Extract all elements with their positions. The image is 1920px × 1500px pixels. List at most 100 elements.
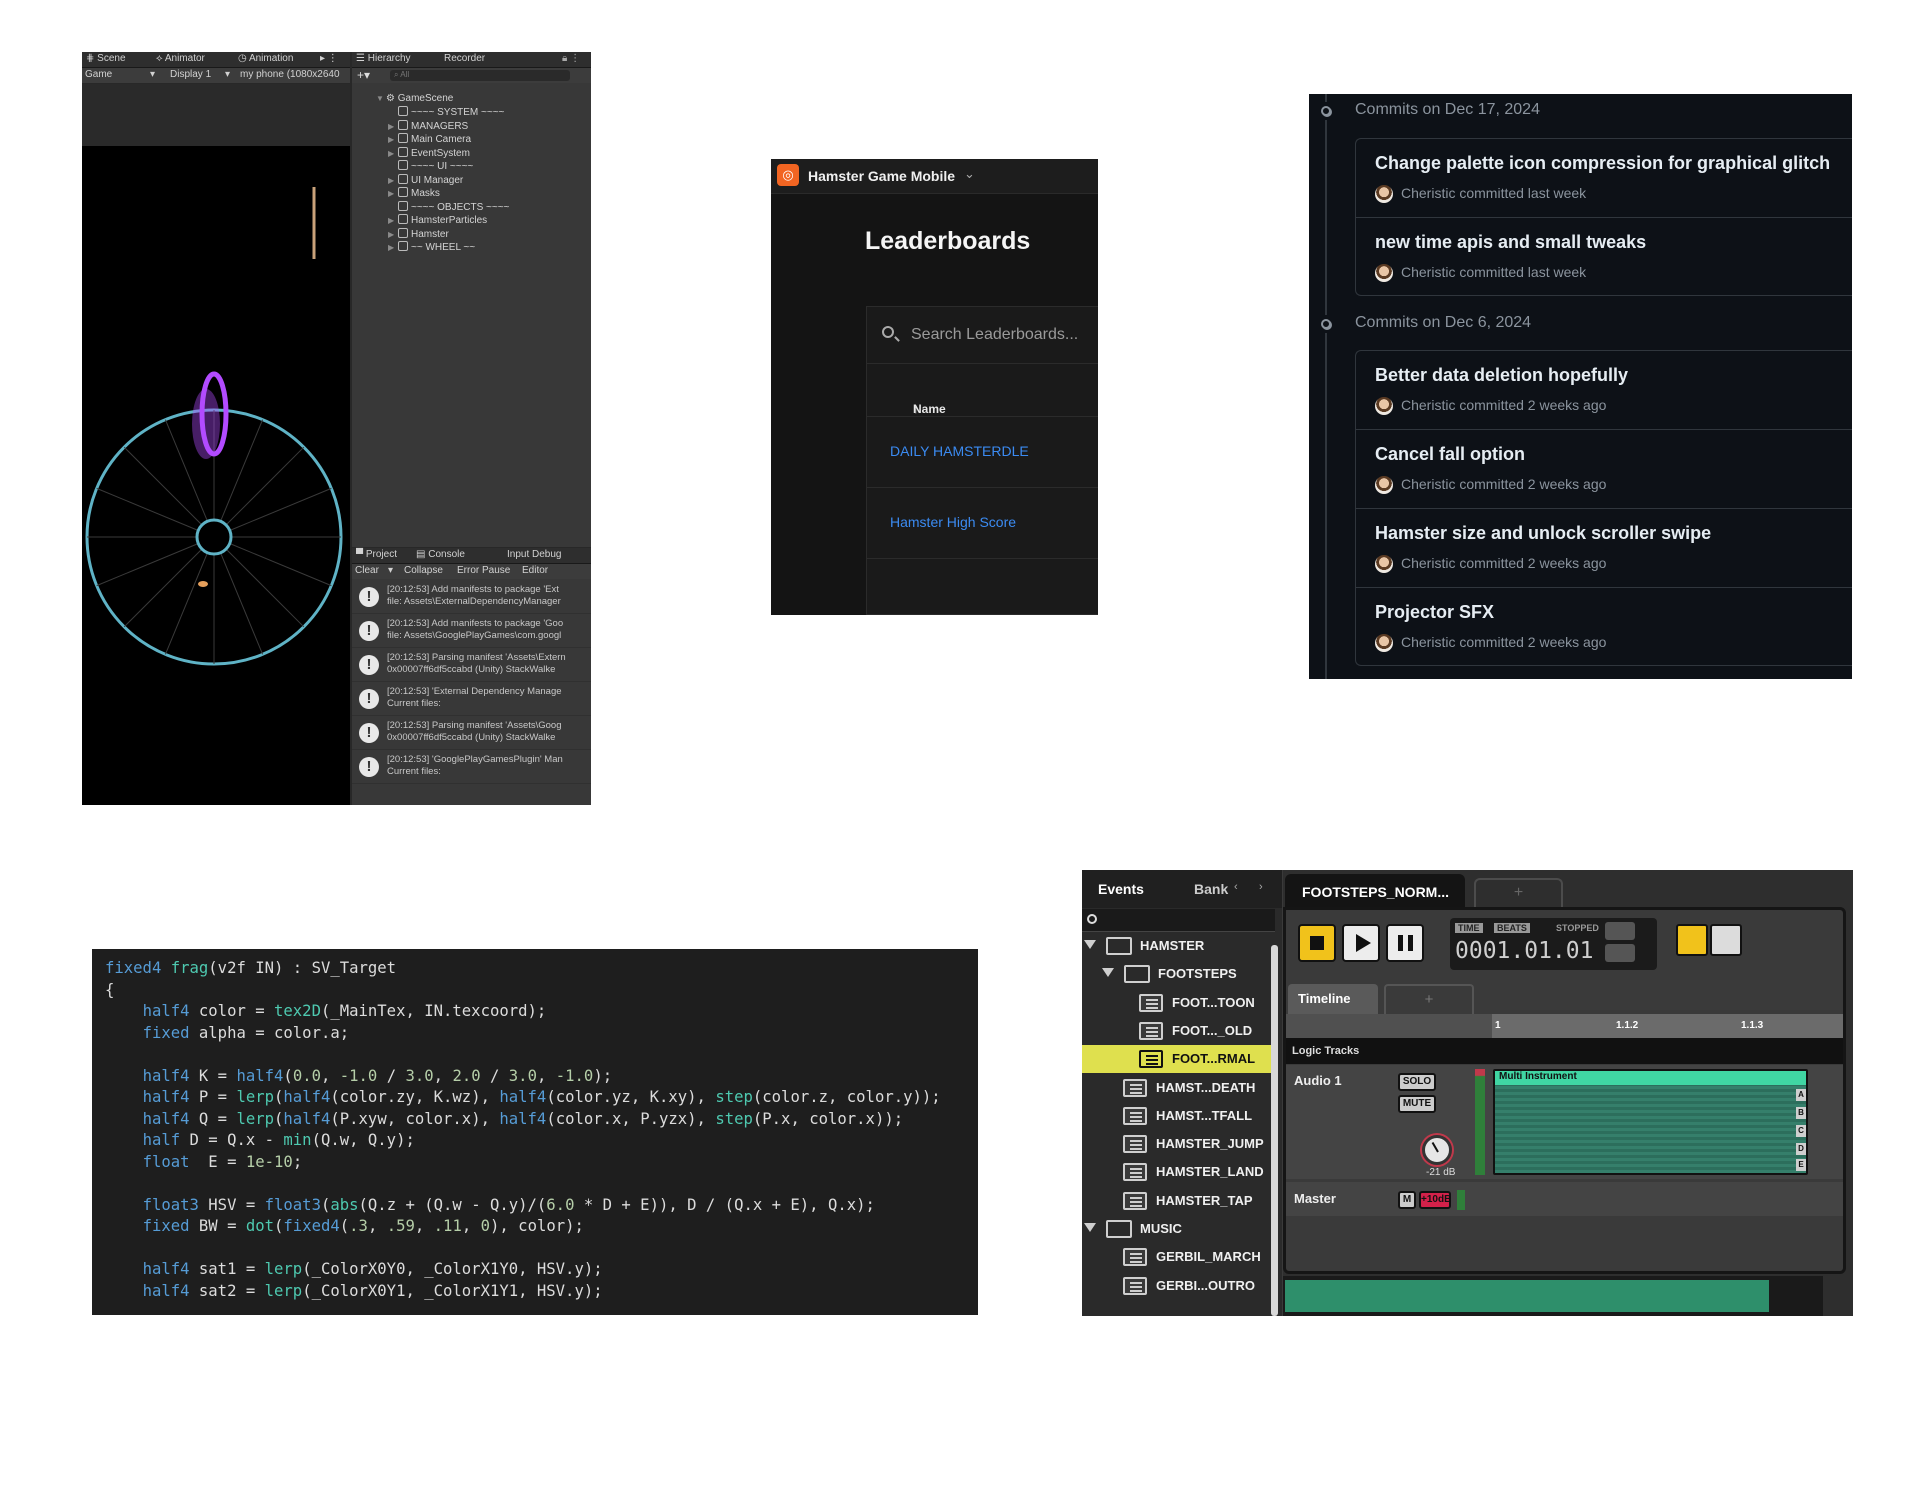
event-item[interactable]: HAMST...DEATH: [1082, 1074, 1271, 1102]
console-log-row[interactable]: ! [20:12:53] Add manifests to package 'Go…: [352, 614, 591, 648]
commit-row[interactable]: Change palette icon compression for grap…: [1356, 139, 1852, 218]
lock-icon[interactable]: 🔒︎ ⋮: [562, 53, 580, 64]
hierarchy-item[interactable]: ~~~~ SYSTEM ~~~~: [388, 106, 504, 119]
folder-item[interactable]: HAMSTER: [1082, 932, 1271, 960]
time-mode-toggle[interactable]: TIME: [1455, 923, 1483, 933]
expand-arrow-icon[interactable]: ▶: [388, 187, 398, 200]
avatar[interactable]: [1375, 476, 1393, 494]
hierarchy-item[interactable]: ▶ HamsterParticles: [388, 214, 487, 227]
scrollbar[interactable]: [1271, 945, 1278, 1316]
expand-arrow-icon[interactable]: ▶: [388, 228, 398, 241]
pause-button[interactable]: [1386, 924, 1424, 962]
timeline-ruler[interactable]: 1 1.1.2 1.1.3: [1286, 1014, 1843, 1038]
master-level-badge[interactable]: +10dB: [1419, 1191, 1451, 1209]
avatar[interactable]: [1375, 185, 1393, 203]
expand-arrow-icon[interactable]: ▶: [388, 120, 398, 133]
expand-arrow-icon[interactable]: ▶: [388, 241, 398, 254]
follow-playhead-icon[interactable]: [1605, 944, 1635, 962]
view-dropdown[interactable]: Game: [85, 69, 112, 80]
event-item[interactable]: HAMSTER_JUMP: [1082, 1130, 1271, 1158]
commit-row[interactable]: new time apis and small tweaks Cheristic…: [1356, 218, 1852, 296]
folder-item[interactable]: MUSIC: [1082, 1215, 1271, 1243]
tab-events[interactable]: Events: [1098, 881, 1144, 897]
hierarchy-item[interactable]: ~~~~ UI ~~~~: [388, 160, 473, 173]
table-row[interactable]: Hamster High Score: [867, 488, 1098, 559]
volume-knob[interactable]: [1422, 1135, 1452, 1165]
expand-triangle-icon[interactable]: [1084, 940, 1096, 949]
app-switcher[interactable]: Hamster Game Mobile: [808, 168, 955, 184]
hierarchy-search-input[interactable]: ⌕ All: [390, 70, 570, 81]
avatar[interactable]: [1375, 634, 1393, 652]
add-parameter-tab-button[interactable]: +: [1384, 984, 1474, 1014]
avatar[interactable]: [1375, 397, 1393, 415]
expand-arrow-icon[interactable]: ▼: [376, 92, 386, 105]
commit-message[interactable]: new time apis and small tweaks: [1375, 232, 1646, 253]
multi-instrument-region[interactable]: Multi Instrument A B C D E: [1493, 1069, 1808, 1175]
event-item[interactable]: FOOT...TOON: [1082, 989, 1271, 1017]
leaderboard-link[interactable]: DAILY HAMSTERDLE: [890, 443, 1029, 459]
hierarchy-item[interactable]: ▶ EventSystem: [388, 146, 470, 160]
overview-track[interactable]: [1283, 1276, 1823, 1316]
tab-hierarchy[interactable]: ☰ Hierarchy: [356, 53, 411, 64]
display-dropdown[interactable]: Display 1: [170, 69, 211, 80]
hierarchy-item[interactable]: ▶ Hamster: [388, 227, 449, 241]
event-item[interactable]: HAMSTER_LAND: [1082, 1158, 1271, 1186]
tab-scene[interactable]: ⋕ Scene: [86, 53, 126, 64]
expand-triangle-icon[interactable]: [1084, 1223, 1096, 1232]
hierarchy-item[interactable]: ▶ Main Camera: [388, 133, 471, 146]
resolution-dropdown[interactable]: my phone (1080x2640: [240, 69, 350, 80]
hierarchy-item[interactable]: ~~~~ OBJECTS ~~~~: [388, 200, 509, 214]
editor-dropdown[interactable]: Editor: [522, 565, 548, 576]
tab-animator[interactable]: ⟡ Animator: [156, 53, 205, 64]
track-name[interactable]: Audio 1: [1294, 1073, 1342, 1088]
collapse-toggle[interactable]: Collapse: [404, 565, 443, 576]
list-view-icon[interactable]: [1676, 924, 1708, 956]
browser-search-input[interactable]: [1082, 909, 1275, 932]
hierarchy-item[interactable]: ▶ ~~ WHEEL ~~: [388, 241, 475, 254]
console-log-row[interactable]: ! [20:12:53] Parsing manifest 'Assets\Goo…: [352, 716, 591, 750]
console-log-row[interactable]: ! [20:12:53] Add manifests to package 'Ex…: [352, 580, 591, 614]
event-item[interactable]: FOOT..._OLD: [1082, 1017, 1271, 1045]
add-icon[interactable]: +▾: [357, 68, 370, 82]
play-button[interactable]: [1342, 924, 1380, 962]
view-dropdown-chevron-icon[interactable]: ▾: [150, 69, 155, 80]
tab-more-icon[interactable]: ▸ ⋮: [320, 53, 338, 64]
clear-dropdown-chevron-icon[interactable]: ▾: [388, 565, 393, 576]
console-log-row[interactable]: ! [20:12:53] Parsing manifest 'Assets\Ext…: [352, 648, 591, 682]
commit-row[interactable]: Better data deletion hopefully Cheristic…: [1356, 351, 1852, 430]
tab-recorder[interactable]: Recorder: [444, 53, 485, 64]
tab-console[interactable]: ▤ Console: [416, 549, 465, 560]
table-row[interactable]: DAILY HAMSTERDLE: [867, 417, 1098, 488]
event-item[interactable]: FOOT...RMAL: [1082, 1045, 1271, 1074]
tab-input-debug[interactable]: Input Debug: [507, 549, 562, 560]
expand-arrow-icon[interactable]: ▶: [388, 174, 398, 187]
clear-button[interactable]: Clear: [355, 565, 379, 576]
hierarchy-item[interactable]: ▶ Masks: [388, 187, 440, 200]
event-item[interactable]: HAMST...TFALL: [1082, 1102, 1271, 1130]
scroll-tabs-left-icon[interactable]: ‹: [1234, 881, 1238, 893]
leaderboard-link[interactable]: Hamster High Score: [890, 514, 1016, 530]
commit-message[interactable]: Change palette icon compression for grap…: [1375, 153, 1830, 174]
expand-triangle-icon[interactable]: [1102, 968, 1114, 978]
track-name[interactable]: Master: [1294, 1191, 1336, 1206]
event-item[interactable]: GERBIL_MARCH: [1082, 1243, 1271, 1271]
solo-button[interactable]: SOLO: [1398, 1073, 1436, 1091]
commit-message[interactable]: Better data deletion hopefully: [1375, 365, 1628, 386]
commit-message[interactable]: Projector SFX: [1375, 602, 1494, 623]
commit-message[interactable]: Cancel fall option: [1375, 444, 1525, 465]
tab-project[interactable]: ▀ Project: [356, 549, 397, 560]
expand-arrow-icon[interactable]: ▶: [388, 133, 398, 146]
loop-icon[interactable]: [1605, 922, 1635, 940]
master-mute-button[interactable]: M: [1398, 1191, 1416, 1209]
commit-row[interactable]: Cancel fall option Cheristic committed 2…: [1356, 430, 1852, 509]
error-pause-toggle[interactable]: Error Pause: [457, 565, 510, 576]
stop-button[interactable]: [1298, 924, 1336, 962]
game-view[interactable]: [82, 84, 350, 805]
tab-banks[interactable]: Bank: [1194, 881, 1228, 897]
expand-arrow-icon[interactable]: ▶: [388, 147, 398, 160]
grid-view-icon[interactable]: [1710, 924, 1742, 956]
event-item[interactable]: HAMSTER_TAP: [1082, 1187, 1271, 1215]
avatar[interactable]: [1375, 264, 1393, 282]
tab-event-footsteps-normal[interactable]: FOOTSTEPS_NORM...: [1285, 874, 1465, 908]
mute-button[interactable]: MUTE: [1398, 1095, 1436, 1113]
